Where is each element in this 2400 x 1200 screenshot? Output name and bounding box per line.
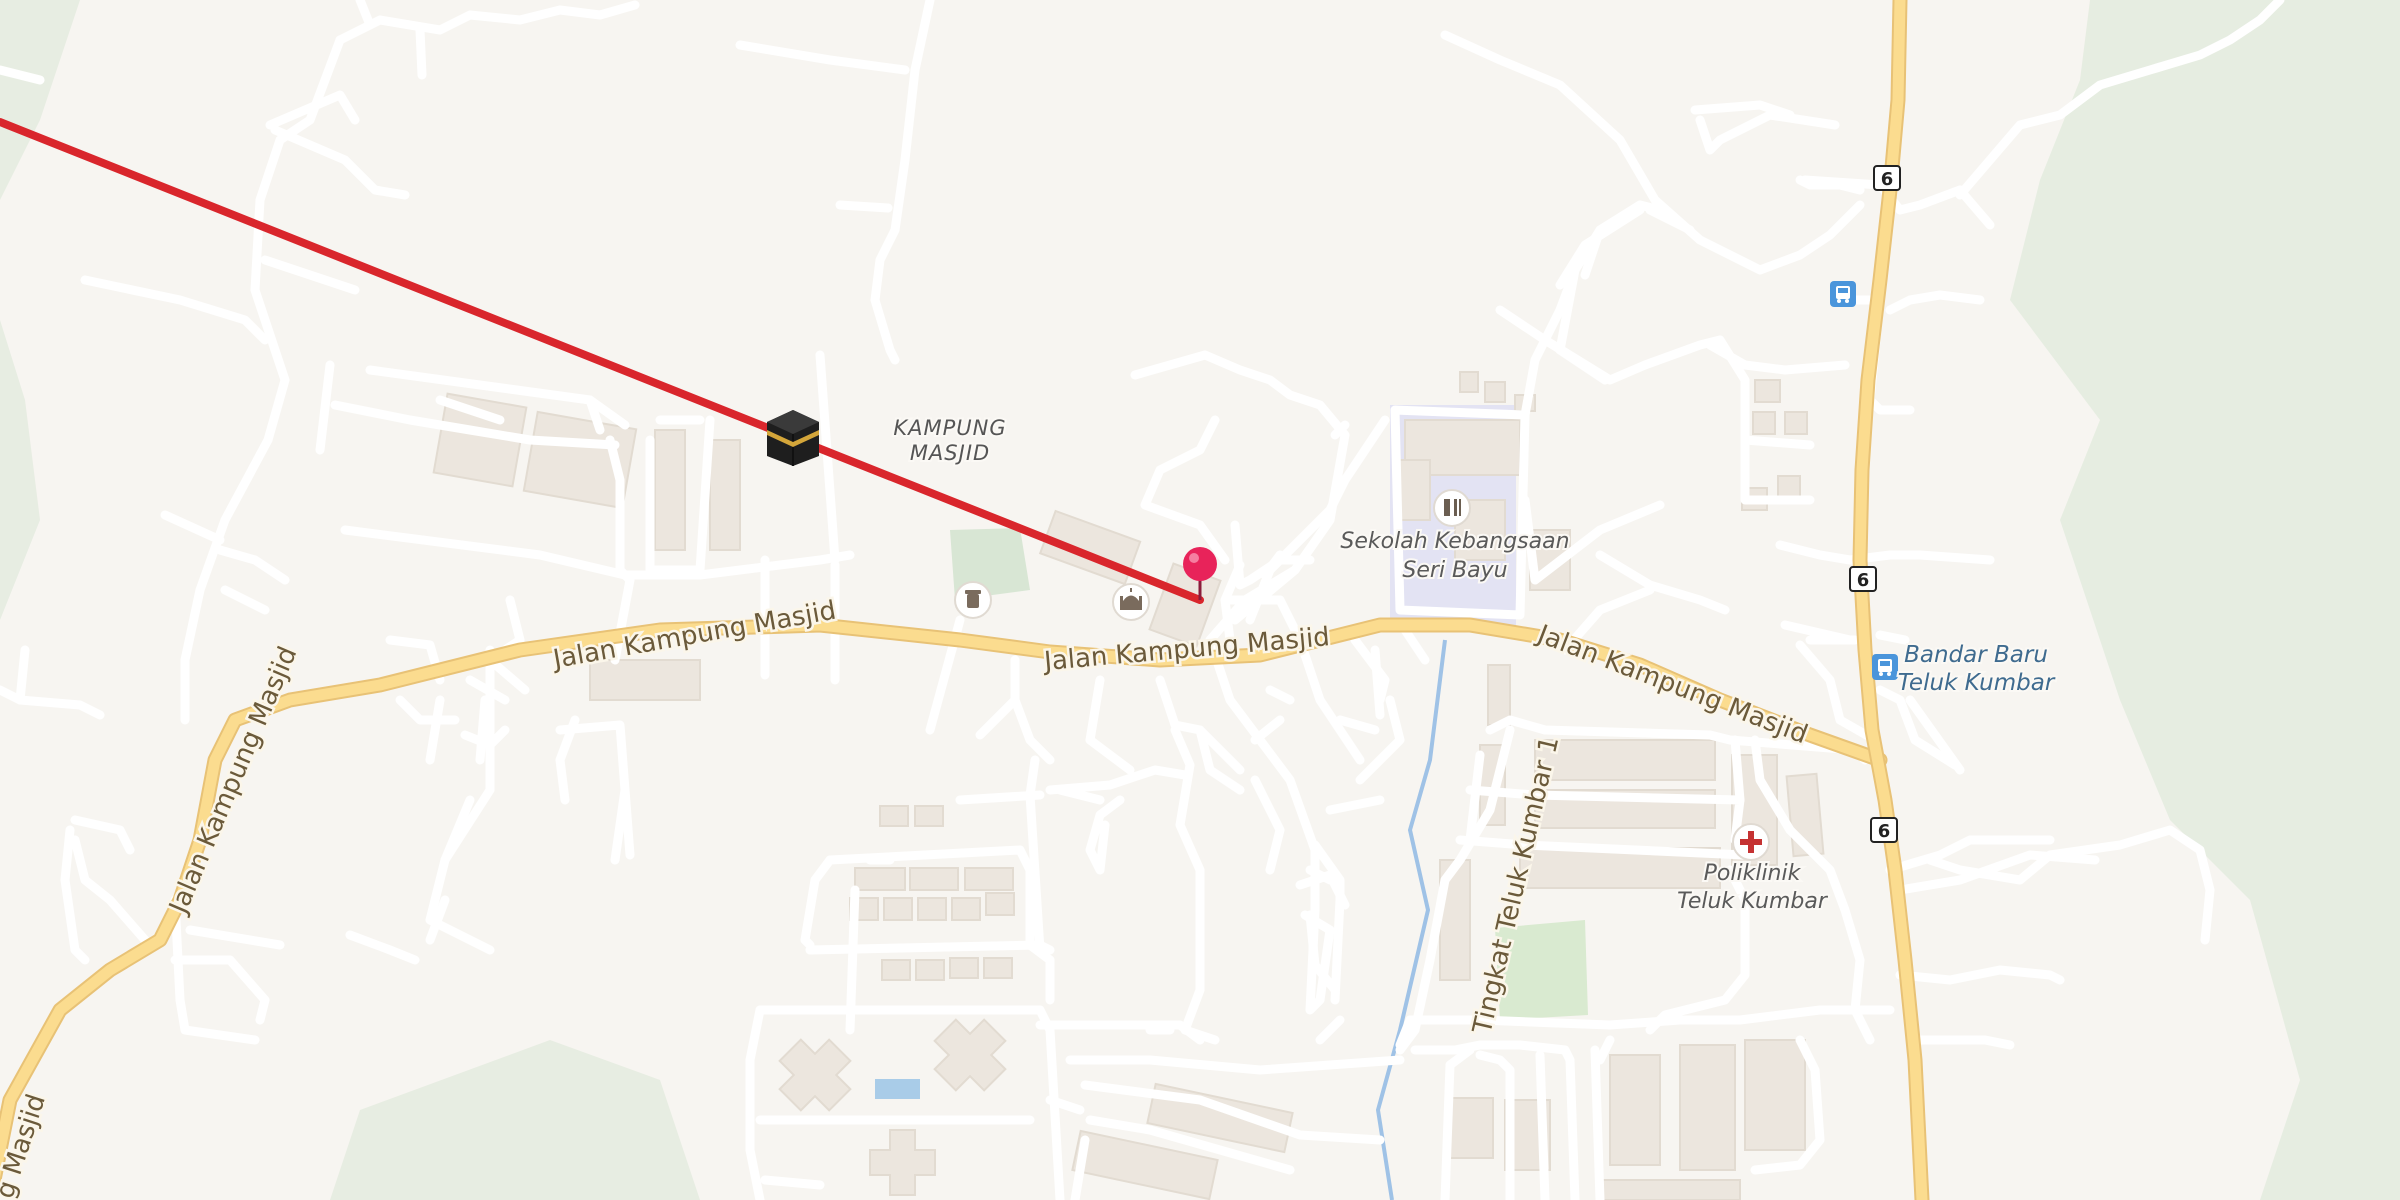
place-label-kampung-masjid-line2: MASJID xyxy=(910,441,990,465)
bus-stop-label-line1: Bandar Baru xyxy=(1904,642,2048,668)
cemetery-icon xyxy=(965,590,981,608)
bus-stop-marker-north[interactable] xyxy=(1830,281,1856,307)
kaaba-marker[interactable] xyxy=(767,410,819,466)
route-shield-6-bottom: 6 xyxy=(1870,817,1898,843)
svg-text:6: 6 xyxy=(1881,169,1894,190)
mosque-poi[interactable] xyxy=(1112,583,1150,621)
school-poi[interactable] xyxy=(1433,489,1471,527)
qibla-direction-line xyxy=(0,118,1204,604)
bus-stop-label-line2: Teluk Kumbar xyxy=(1898,670,2056,696)
bus-stop-marker-bandar-baru[interactable] xyxy=(1872,654,1898,680)
cemetery-poi[interactable] xyxy=(954,581,992,619)
school-label-line2: Seri Bayu xyxy=(1402,558,1507,583)
clinic-label-line1: Poliklinik xyxy=(1704,861,1802,886)
school-label-line1: Sekolah Kebangsaan xyxy=(1340,529,1569,554)
clinic-poi[interactable] xyxy=(1732,823,1770,861)
route-shield-6-top: 6 xyxy=(1873,165,1901,191)
svg-text:6: 6 xyxy=(1857,570,1870,591)
place-label-kampung-masjid-line1: KAMPUNG xyxy=(893,416,1006,440)
clinic-label-line2: Teluk Kumbar xyxy=(1677,889,1829,914)
svg-text:6: 6 xyxy=(1878,821,1891,842)
route-shield-6-middle: 6 xyxy=(1849,566,1877,592)
pool xyxy=(875,1079,920,1099)
kaaba-icon xyxy=(767,410,819,466)
map-canvas[interactable]: Jalan Kampung Masjid Jalan Kampung Masji… xyxy=(0,0,2400,1200)
